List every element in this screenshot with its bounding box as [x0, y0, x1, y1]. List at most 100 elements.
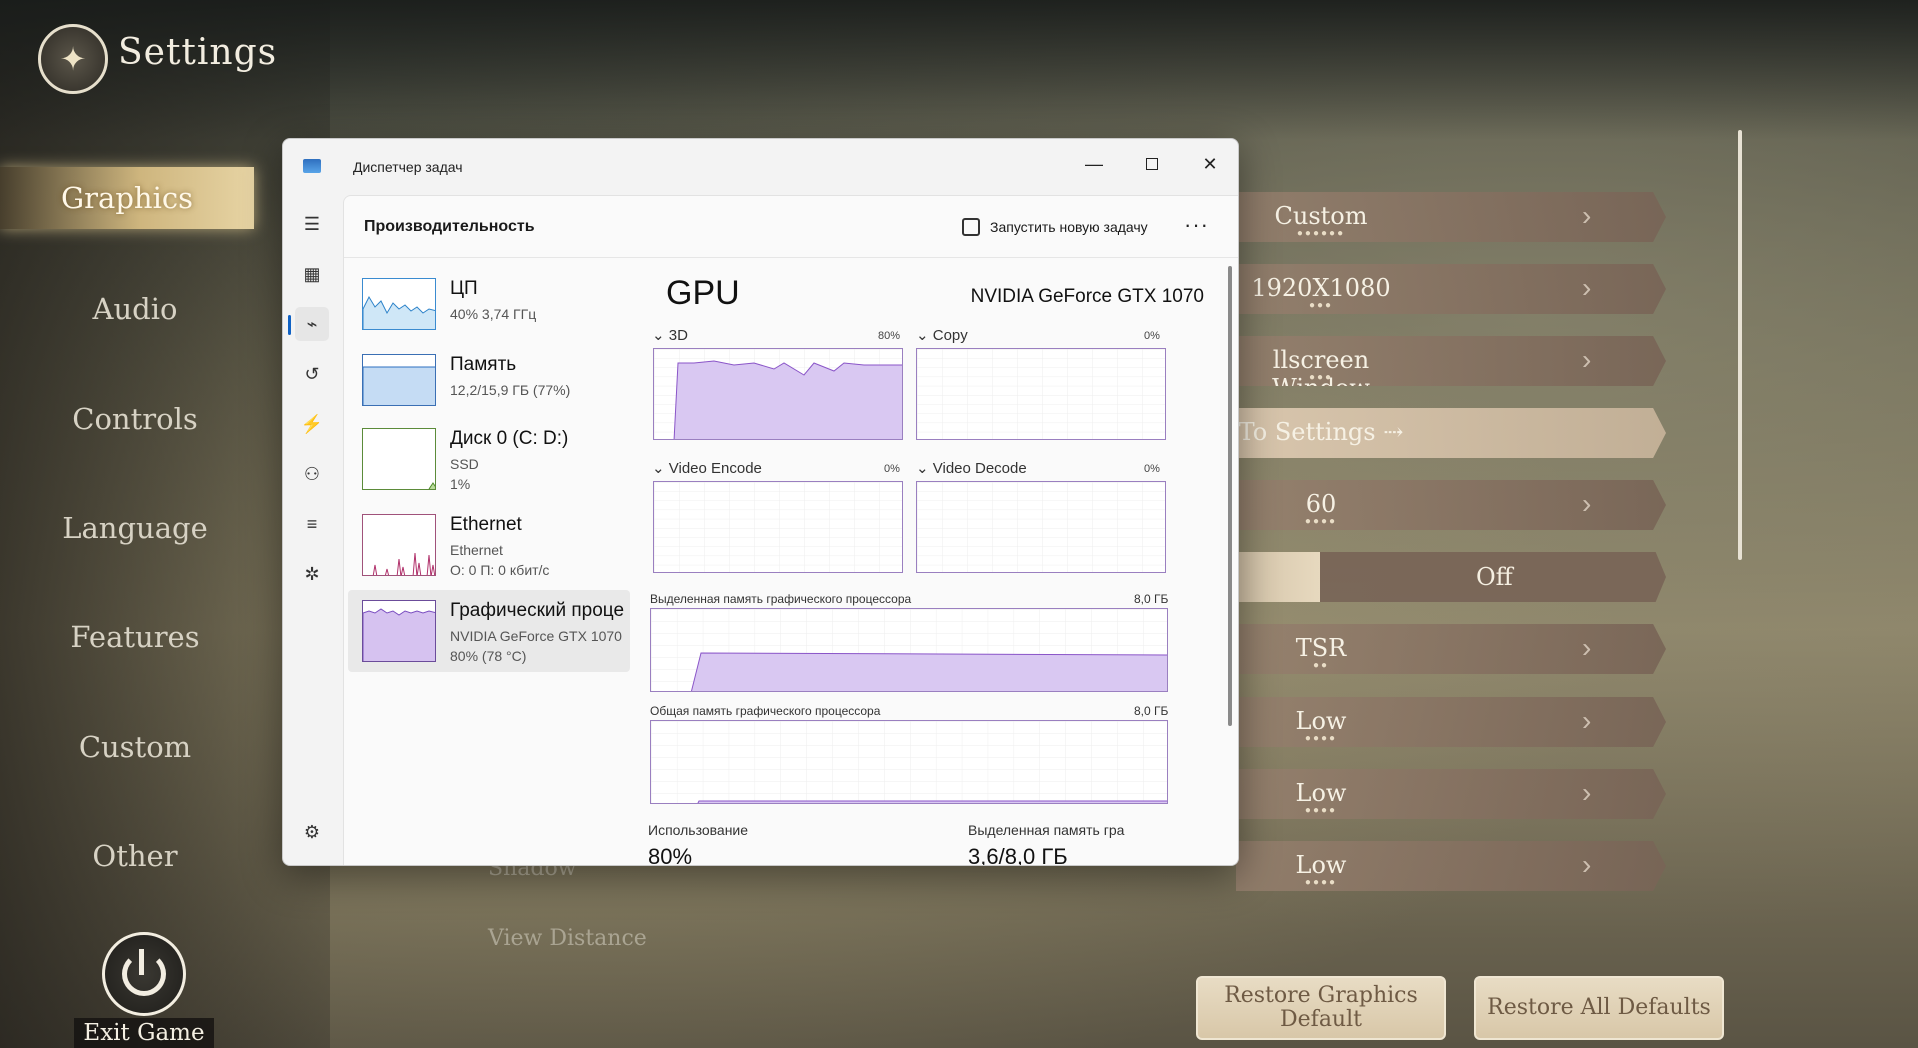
dedicated-memory-stat-value: 3,6/8,0 ГБ — [968, 844, 1068, 866]
nav-features[interactable]: Features — [0, 606, 270, 668]
cpu-thumbnail-graph — [362, 278, 436, 330]
setting-row-window-mode[interactable]: llscreen Window ●●● › — [1236, 336, 1666, 386]
engine-copy-dropdown[interactable]: ⌄ Copy — [916, 326, 968, 344]
toggle-off-option[interactable]: Off — [1320, 552, 1666, 602]
setting-row-low-1[interactable]: Low ●●●● › — [1236, 697, 1666, 747]
setting-dots: ●●● — [1308, 372, 1334, 383]
setting-row-anti-aliasing[interactable]: TSR ●● › — [1236, 624, 1666, 674]
gpu-detail-area: GPU NVIDIA GeForce GTX 1070 ⌄ 3D 80% ⌄ C… — [644, 258, 1224, 866]
resource-name: ЦП — [450, 278, 478, 299]
memory-thumbnail-graph — [362, 354, 436, 406]
nav-graphics[interactable]: Graphics — [0, 167, 254, 229]
power-icon — [122, 949, 166, 996]
performance-icon: ⌁ — [306, 313, 318, 334]
sidebar-users[interactable]: ⚇ — [295, 457, 329, 491]
setting-dots: ●● — [1312, 660, 1330, 671]
resource-disk[interactable]: Диск 0 (C: D:) SSD 1% — [348, 418, 630, 492]
resource-memory[interactable]: Память 12,2/15,9 ГБ (77%) — [348, 344, 630, 418]
resource-cpu[interactable]: ЦП 40% 3,74 ГГц — [348, 268, 630, 342]
setting-row-fps[interactable]: 60 ●●●● › — [1236, 480, 1666, 530]
resource-name: Память — [450, 354, 517, 375]
usage-value: 80% — [648, 844, 693, 866]
shared-memory-graph — [650, 720, 1168, 804]
setting-dots: ●●●● — [1304, 516, 1338, 527]
dedicated-memory-max: 8,0 ГБ — [1134, 592, 1169, 606]
resource-detail: О: 0 П: 0 кбит/с — [450, 562, 550, 578]
resource-detail: 12,2/15,9 ГБ (77%) — [450, 382, 571, 398]
chevron-right-icon: › — [1582, 200, 1592, 231]
resource-detail: NVIDIA GeForce GTX 1070 — [450, 628, 622, 644]
chevron-right-icon: › — [1582, 488, 1592, 519]
nav-audio[interactable]: Audio — [0, 278, 270, 340]
nav-custom[interactable]: Custom — [0, 716, 270, 778]
engine-video-encode-dropdown[interactable]: ⌄ Video Encode — [652, 459, 762, 477]
sidebar-services[interactable]: ✲ — [295, 557, 329, 591]
page-title: Settings — [118, 32, 278, 73]
sidebar-processes[interactable]: ▦ — [295, 257, 329, 291]
run-new-task-button[interactable]: Запустить новую задачу — [962, 214, 1148, 240]
setting-row-resolution[interactable]: 1920X1080 ●●● › — [1236, 264, 1666, 314]
engine-video-decode-graph — [916, 481, 1166, 573]
gpu-model-name: NVIDIA GeForce GTX 1070 — [970, 286, 1204, 307]
shared-memory-label: Общая память графического процессора — [650, 704, 881, 718]
usage-label: Использование — [648, 822, 749, 838]
setting-row-go-to-settings[interactable]: To Settings ⇢ — [1236, 408, 1666, 458]
setting-value: Custom — [1274, 202, 1368, 230]
setting-value: Low — [1295, 851, 1347, 879]
restore-all-defaults-button[interactable]: Restore All Defaults — [1474, 976, 1724, 1040]
task-manager-window[interactable]: Диспетчер задач — ✕ ☰ ▦ ⌁ ↺ ⚡ ⚇ ≡ ✲ ⚙ Пр… — [282, 138, 1239, 866]
run-new-task-label: Запустить новую задачу — [990, 219, 1148, 235]
setting-value: Low — [1295, 707, 1347, 735]
dedicated-memory-stat-label: Выделенная память гра — [968, 822, 1125, 838]
engine-copy-pct: 0% — [1144, 330, 1160, 342]
nav-language[interactable]: Language — [0, 497, 270, 559]
toggle-on-option[interactable] — [1236, 552, 1320, 602]
nav-controls[interactable]: Controls — [0, 388, 270, 450]
hamburger-menu-button[interactable]: ☰ — [295, 207, 329, 241]
minimize-button[interactable]: — — [1067, 147, 1121, 181]
setting-label-view-distance: View Distance — [488, 926, 647, 951]
history-icon: ↺ — [304, 363, 320, 384]
setting-row-low-2[interactable]: Low ●●●● › — [1236, 769, 1666, 819]
performance-scrollbar[interactable] — [1228, 266, 1232, 726]
ethernet-thumbnail-graph — [362, 514, 436, 576]
engine-video-decode-dropdown[interactable]: ⌄ Video Decode — [916, 459, 1027, 477]
maximize-button[interactable] — [1125, 147, 1179, 181]
hamburger-icon: ☰ — [303, 213, 321, 234]
restore-graphics-default-button[interactable]: Restore Graphics Default — [1196, 976, 1446, 1040]
setting-value: To Settings ⇢ — [1238, 418, 1404, 446]
sidebar-details[interactable]: ≡ — [295, 507, 329, 541]
startup-icon: ⚡ — [300, 413, 324, 434]
resource-detail: 40% 3,74 ГГц — [450, 306, 537, 322]
sidebar-app-history[interactable]: ↺ — [295, 357, 329, 391]
maximize-icon — [1146, 158, 1158, 170]
exit-game-button[interactable] — [102, 932, 186, 1016]
resource-gpu[interactable]: Графический проце NVIDIA GeForce GTX 107… — [348, 590, 630, 672]
resource-ethernet[interactable]: Ethernet Ethernet О: 0 П: 0 кбит/с — [348, 504, 630, 578]
nav-other[interactable]: Other — [0, 825, 270, 887]
title-bar[interactable]: Диспетчер задач — ✕ — [283, 139, 1238, 193]
setting-dots: ●●●● — [1304, 733, 1338, 744]
gpu-title: GPU — [666, 274, 740, 312]
users-icon: ⚇ — [303, 463, 321, 484]
shared-memory-max: 8,0 ГБ — [1134, 704, 1169, 718]
close-button[interactable]: ✕ — [1183, 147, 1237, 181]
setting-row-shadow[interactable]: Low ●●●● › — [1236, 841, 1666, 891]
more-options-button[interactable]: ··· — [1184, 212, 1209, 238]
sidebar-startup-apps[interactable]: ⚡ — [295, 407, 329, 441]
processes-icon: ▦ — [303, 263, 321, 284]
services-icon: ✲ — [304, 563, 320, 584]
chevron-right-icon: › — [1582, 777, 1592, 808]
setting-row-quality[interactable]: Custom ●●●●●● › — [1236, 192, 1666, 242]
chevron-right-icon: › — [1582, 344, 1592, 375]
sidebar-performance[interactable]: ⌁ — [295, 307, 329, 341]
setting-value: 1920X1080 — [1251, 274, 1391, 302]
resource-detail: 1% — [450, 476, 471, 492]
chevron-right-icon: › — [1582, 272, 1592, 303]
engine-video-encode-graph — [653, 481, 903, 573]
chevron-right-icon: › — [1582, 632, 1592, 663]
engine-3d-dropdown[interactable]: ⌄ 3D — [652, 326, 688, 344]
sidebar-settings[interactable]: ⚙ — [295, 815, 329, 849]
panel-header: Производительность Запустить новую задач… — [344, 196, 1238, 258]
settings-scrollbar[interactable] — [1738, 130, 1742, 560]
